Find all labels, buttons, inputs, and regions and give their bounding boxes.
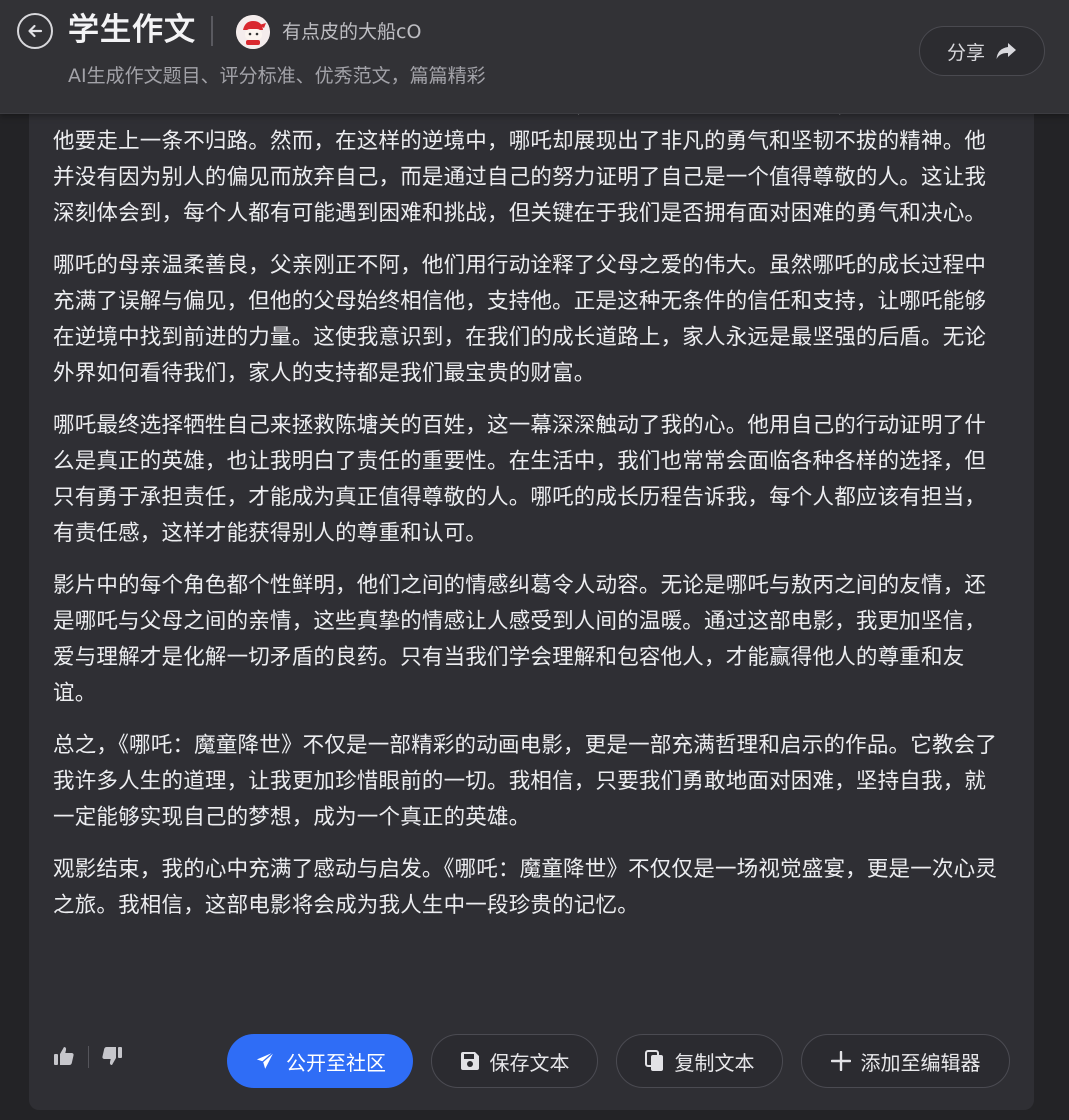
essay-body: 影片讲述了哪吒作为“魔童”降生人间的故事。从一开始，哪吒就被世人视为“妖孽”，命…: [53, 90, 998, 940]
essay-paragraph: 影片中的每个角色都个性鲜明，他们之间的情感纠葛令人动容。无论是哪吒与敖丙之间的友…: [53, 573, 987, 706]
thumbs-up-icon: [53, 1045, 75, 1067]
essay-paragraph: 哪吒最终选择牺牲自己来拯救陈塘关的百姓，这一幕深深触动了我的心。他用自己的行动证…: [53, 413, 987, 546]
top-header: 学生作文 有点皮的大船cO AI生成作文题目、评分标准、优秀范文，篇篇精彩 分享: [0, 0, 1069, 114]
header-divider: [211, 16, 213, 46]
like-button[interactable]: [52, 1044, 76, 1068]
dislike-button[interactable]: [100, 1044, 124, 1068]
avatar[interactable]: [236, 15, 270, 49]
back-button[interactable]: [17, 13, 53, 49]
back-arrow-icon: [26, 22, 44, 40]
page: 影片讲述了哪吒作为“魔童”降生人间的故事。从一开始，哪吒就被世人视为“妖孽”，命…: [0, 0, 1069, 1120]
floppy-disk-icon: [460, 1051, 480, 1071]
action-toolbar: 公开至社区 保存文本 复制文本 添加至编辑器: [29, 1030, 1034, 1090]
essay-card: 影片讲述了哪吒作为“魔童”降生人间的故事。从一开始，哪吒就被世人视为“妖孽”，命…: [29, 0, 1034, 1110]
copy-icon: [644, 1050, 665, 1072]
publish-to-community-button[interactable]: 公开至社区: [227, 1034, 413, 1088]
share-button[interactable]: 分享: [919, 26, 1045, 76]
plus-icon: [830, 1051, 851, 1071]
paper-plane-icon: [254, 1050, 276, 1072]
page-title: 学生作文: [68, 12, 196, 48]
save-label: 保存文本: [489, 1050, 570, 1075]
share-label: 分享: [946, 41, 985, 64]
author-name[interactable]: 有点皮的大船cO: [282, 18, 421, 46]
publish-label: 公开至社区: [286, 1050, 386, 1075]
copy-text-button[interactable]: 复制文本: [616, 1034, 783, 1088]
copy-label: 复制文本: [674, 1050, 755, 1075]
page-subtitle: AI生成作文题目、评分标准、优秀范文，篇篇精彩: [68, 65, 486, 87]
essay-paragraph: 哪吒的母亲温柔善良，父亲刚正不阿，他们用行动诠释了父母之爱的伟大。虽然哪吒的成长…: [53, 253, 987, 386]
thumbs-down-icon: [101, 1045, 123, 1067]
save-text-button[interactable]: 保存文本: [431, 1034, 598, 1088]
essay-paragraph: 总之，《哪吒：魔童降世》不仅是一部精彩的动画电影，更是一部充满哲理和启示的作品。…: [53, 733, 998, 830]
add-to-editor-button[interactable]: 添加至编辑器: [801, 1034, 1010, 1088]
add-label: 添加至编辑器: [860, 1050, 981, 1075]
essay-paragraph: 观影结束，我的心中充满了感动与启发。《哪吒：魔童降世》不仅仅是一场视觉盛宴，更是…: [53, 857, 998, 918]
share-arrow-icon: [995, 42, 1017, 60]
feedback-divider: [88, 1046, 89, 1068]
